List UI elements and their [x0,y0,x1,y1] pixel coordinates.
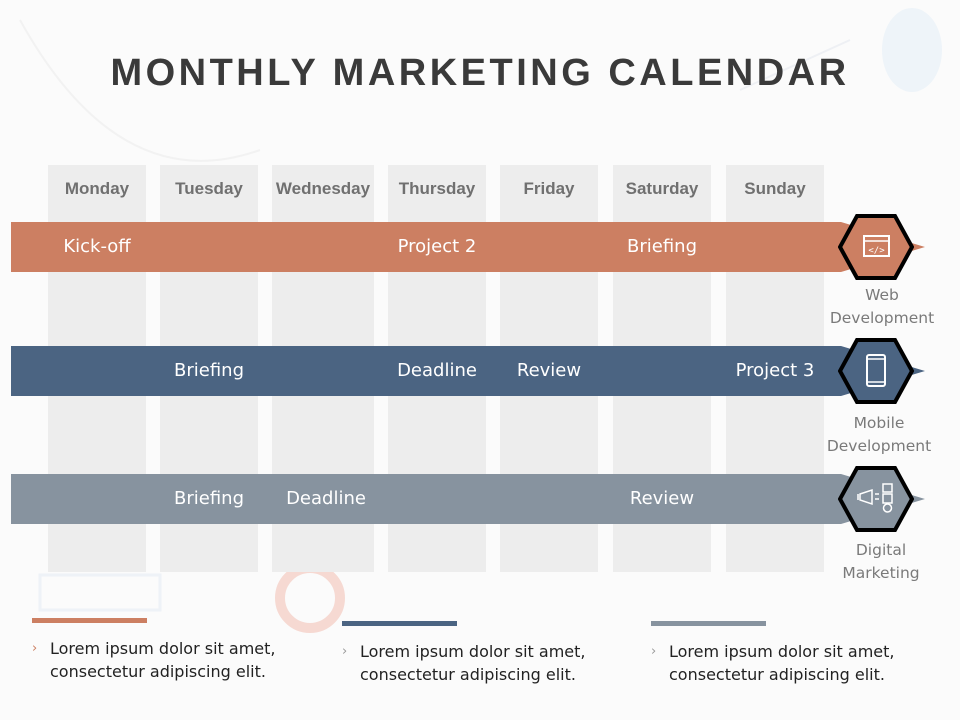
note-web: › Lorem ipsum dolor sit amet, consectetu… [32,637,276,683]
event-deadline: Deadline [397,360,477,381]
day-header: Monday [64,179,130,198]
category-label-web-development: Web Development [822,284,942,330]
note-line: consectetur adipiscing elit. [50,662,266,681]
hexagon-badge-web: </> [838,214,914,280]
event-review: Review [629,488,695,509]
label-line: Mobile [853,414,905,432]
note-digital: › Lorem ipsum dolor sit amet, consectetu… [651,640,895,686]
label-line: Development [829,309,935,327]
note-rule-digital [651,621,766,626]
label-line: Development [826,437,932,455]
event-briefing: Briefing [174,488,244,509]
label-line: Marketing [842,564,920,582]
note-rule-mobile [342,621,457,626]
bullet-chevron-icon: › [651,644,657,659]
page-title: MONTHLY MARKETING CALENDAR [110,52,850,94]
category-label-digital-marketing: Digital Marketing [821,539,941,585]
day-header: Sunday [744,179,806,198]
note-line: Lorem ipsum dolor sit amet, [50,639,276,658]
day-header: Saturday [625,179,699,198]
event-project-3: Project 3 [735,360,815,381]
note-line: Lorem ipsum dolor sit amet, [669,642,895,661]
note-mobile: › Lorem ipsum dolor sit amet, consectetu… [342,640,586,686]
category-label-mobile-development: Mobile Development [819,412,939,458]
day-header: Friday [523,179,575,198]
event-briefing: Briefing [174,360,244,381]
timeline-bar-web-development: Kick-off Project 2 Briefing [11,222,925,272]
note-line: consectetur adipiscing elit. [360,665,576,684]
bullet-chevron-icon: › [342,644,348,659]
timeline-bar-digital-marketing: Briefing Deadline Review [11,474,925,524]
hexagon-badge-mobile [838,338,914,404]
event-deadline: Deadline [286,488,366,509]
day-header: Wednesday [275,179,371,198]
event-review: Review [516,360,582,381]
hexagon-badge-digital [838,466,914,532]
note-line: consectetur adipiscing elit. [669,665,885,684]
svg-text:</>: </> [868,246,885,256]
note-rule-web [32,618,147,623]
day-header: Tuesday [175,179,243,198]
timeline-bar-mobile-development: Briefing Deadline Review Project 3 [11,346,925,396]
event-briefing: Briefing [627,236,697,257]
note-line: Lorem ipsum dolor sit amet, [360,642,586,661]
day-header: Thursday [398,179,476,198]
event-kick-off: Kick-off [63,236,131,257]
bullet-chevron-icon: › [32,641,38,656]
label-line: Web [865,286,899,304]
label-line: Digital [855,541,907,559]
event-project-2: Project 2 [397,236,477,257]
